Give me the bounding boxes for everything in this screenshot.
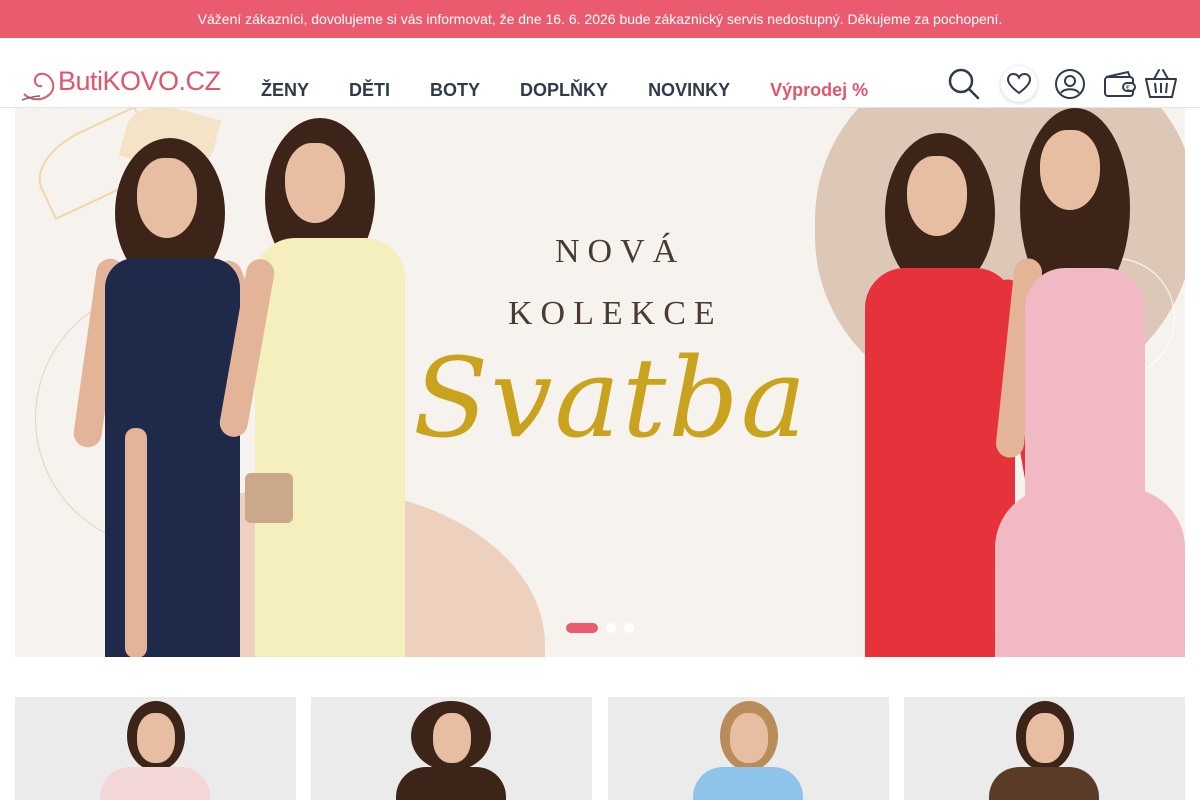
category-tile[interactable] xyxy=(15,697,296,800)
banner-script-title: Svatba xyxy=(413,334,809,462)
slider-dot-1[interactable] xyxy=(566,623,598,633)
banner-title-line1: NOVÁ xyxy=(555,233,686,270)
category-tile[interactable] xyxy=(903,697,1185,800)
category-tile[interactable] xyxy=(311,697,593,800)
header-icons: € xyxy=(0,64,1200,104)
hero-banner[interactable]: NOVÁ KOLEKCE Svatba xyxy=(15,108,1185,657)
user-account-icon[interactable] xyxy=(1050,64,1090,104)
announcement-text: Vážení zákazníci, dovolujeme si vás info… xyxy=(197,11,1003,27)
banner-title-line2: KOLEKCE xyxy=(508,295,723,332)
category-tile[interactable] xyxy=(607,697,889,800)
site-header: ButiKOVO.CZ ŽENY DĚTI BOTY DOPLŇKY NOVIN… xyxy=(0,38,1200,108)
wishlist-heart-icon[interactable] xyxy=(1001,66,1037,102)
basket-icon[interactable] xyxy=(1141,64,1181,104)
svg-text:€: € xyxy=(1126,85,1130,92)
search-icon[interactable] xyxy=(944,64,984,104)
slider-dot-2[interactable] xyxy=(606,623,616,633)
category-tiles xyxy=(15,697,1185,800)
slider-dots xyxy=(566,623,642,633)
announcement-bar: Vážení zákazníci, dovolujeme si vás info… xyxy=(0,0,1200,38)
slider-dot-3[interactable] xyxy=(624,623,634,633)
wallet-icon[interactable]: € xyxy=(1100,64,1140,104)
